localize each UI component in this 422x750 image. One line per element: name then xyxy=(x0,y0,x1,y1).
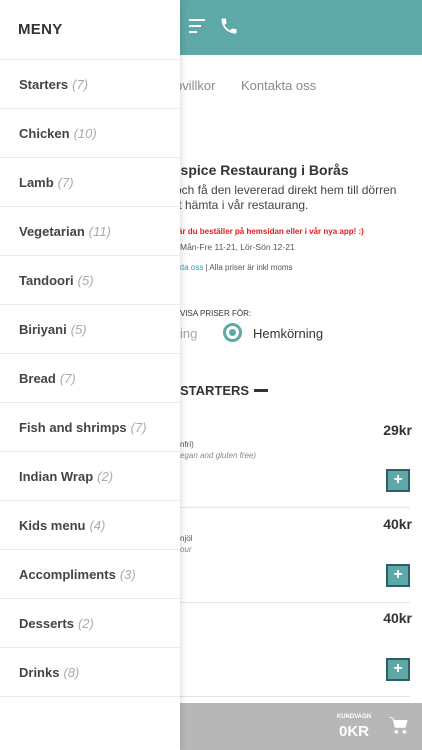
item-desc-en: our xyxy=(180,545,192,554)
category-list: Starters (7) Chicken (10) Lamb (7) Vegetari… xyxy=(0,60,180,697)
cart-total: 0KR xyxy=(338,723,369,740)
menu-category-desserts[interactable]: Desserts (2) xyxy=(0,599,180,648)
divider xyxy=(180,602,410,603)
item-price: 40kr xyxy=(383,610,412,626)
menu-category-bread[interactable]: Bread (7) xyxy=(0,354,180,403)
nav-link-terms[interactable]: pvillkor xyxy=(175,78,215,93)
menu-category-chicken[interactable]: Chicken (10) xyxy=(0,109,180,158)
item-price: 40kr xyxy=(383,516,412,532)
menu-category-accompliments[interactable]: Accompliments (3) xyxy=(0,550,180,599)
side-menu-header: MENY xyxy=(0,0,180,60)
phone-icon[interactable] xyxy=(219,16,239,36)
menu-category-tandoori[interactable]: Tandoori (5) xyxy=(0,256,180,305)
cart-label: KUNDVAGN xyxy=(336,714,372,720)
side-menu: MENY Starters (7) Chicken (10) Lamb (7) Veg… xyxy=(0,0,180,750)
item-desc-en: egan and gluten free) xyxy=(180,451,257,460)
pickup-option[interactable]: ing xyxy=(180,326,197,341)
side-menu-title: MENY xyxy=(18,21,63,38)
delivery-radio[interactable] xyxy=(223,323,242,342)
item-desc: nfri) xyxy=(180,440,194,449)
menu-category-indian-wrap[interactable]: Indian Wrap (2) xyxy=(0,452,180,501)
minus-icon[interactable] xyxy=(254,389,268,392)
item-price: 29kr xyxy=(383,422,412,438)
menu-category-fish-and-shrimps[interactable]: Fish and shrimps (7) xyxy=(0,403,180,452)
add-to-cart-button[interactable]: + xyxy=(386,564,410,587)
divider xyxy=(180,507,410,508)
menu-category-vegetarian[interactable]: Vegetarian (11) xyxy=(0,207,180,256)
divider xyxy=(180,696,410,697)
menu-category-lamb[interactable]: Lamb (7) xyxy=(0,158,180,207)
cart-icon[interactable] xyxy=(388,715,410,735)
add-to-cart-button[interactable]: + xyxy=(386,469,410,492)
menu-category-kids-menu[interactable]: Kids menu (4) xyxy=(0,501,180,550)
item-desc: njöl xyxy=(180,534,193,543)
hamburger-icon[interactable] xyxy=(189,19,205,35)
delivery-option[interactable]: Hemkörning xyxy=(253,326,323,341)
menu-category-drinks[interactable]: Drinks (8) xyxy=(0,648,180,697)
add-to-cart-button[interactable]: + xyxy=(386,658,410,681)
vat-note: | Alla priser är inkl moms xyxy=(203,263,293,272)
contact-link[interactable]: kta oss xyxy=(178,263,203,272)
nav-link-contact[interactable]: Kontakta oss xyxy=(241,78,316,93)
menu-category-starters[interactable]: Starters (7) xyxy=(0,60,180,109)
menu-category-biriyani[interactable]: Biriyani (5) xyxy=(0,305,180,354)
